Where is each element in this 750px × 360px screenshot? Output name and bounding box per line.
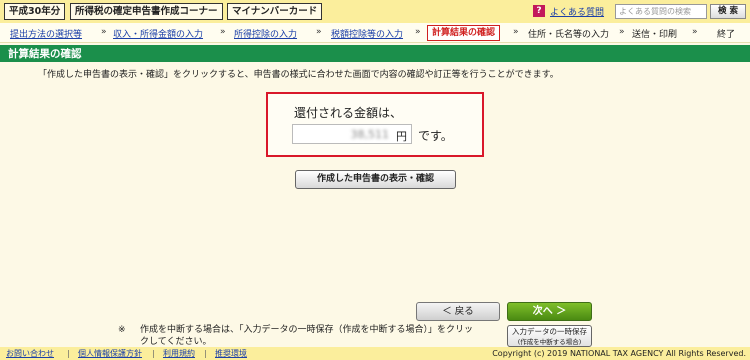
refund-amount-unit: 円 xyxy=(396,130,407,143)
step-submission-method[interactable]: 提出方法の選択等 xyxy=(10,27,82,40)
temporary-save-sublabel: (作成を中断する場合) xyxy=(517,338,582,346)
footer-separator: | xyxy=(67,349,70,358)
step-tax-credit[interactable]: 税額控除等の入力 xyxy=(331,27,403,40)
refund-amount-field: 38,511 円 xyxy=(292,124,412,144)
footer-link-environment[interactable]: 推奨環境 xyxy=(215,347,247,360)
interrupt-note: ※ 作成を中断する場合は、「入力データの一時保存（作成を中断する場合）」をクリッ… xyxy=(118,324,478,348)
refund-amount-value: 38,511 xyxy=(350,128,390,141)
step-arrow: » xyxy=(316,27,322,37)
step-address-name: 住所・氏名等の入力 xyxy=(528,30,610,40)
footer-separator: | xyxy=(204,349,207,358)
refund-label: 還付される金額は、 xyxy=(294,106,403,120)
faq-search-input[interactable]: よくある質問の検索 xyxy=(615,4,707,19)
page-title: 計算結果の確認 xyxy=(8,48,82,60)
mynumber-card-button[interactable]: マイナンバーカード xyxy=(227,3,323,20)
step-income[interactable]: 収入・所得金額の入力 xyxy=(113,27,203,40)
refund-amount-panel: 還付される金額は、 38,511 円 です。 xyxy=(266,92,484,157)
footer-link-contact[interactable]: お問い合わせ xyxy=(6,347,54,360)
step-send-print: 送信・印刷 xyxy=(632,30,678,40)
help-icon: ? xyxy=(533,5,545,17)
corner-title: 所得税の確定申告書作成コーナー xyxy=(70,3,223,20)
step-arrow: » xyxy=(220,27,226,37)
step-arrow: » xyxy=(415,27,421,37)
show-return-button[interactable]: 作成した申告書の表示・確認 xyxy=(295,170,456,189)
section-title-bar: 計算結果の確認 xyxy=(0,45,750,62)
faq-link[interactable]: よくある質問 xyxy=(550,5,604,18)
temporary-save-button[interactable]: 入力データの一時保存 (作成を中断する場合) xyxy=(507,325,592,347)
step-income-deduction[interactable]: 所得控除の入力 xyxy=(234,27,297,40)
next-button[interactable]: 次へ ＞ xyxy=(507,302,592,321)
step-current-calculation-result: 計算結果の確認 xyxy=(427,25,501,41)
step-arrow: » xyxy=(513,27,519,37)
footer-link-terms[interactable]: 利用規約 xyxy=(163,347,195,360)
top-header: 平成30年分 所得税の確定申告書作成コーナー マイナンバーカード ? よくある質… xyxy=(0,0,750,23)
instruction-text: 「作成した申告書の表示・確認」をクリックすると、申告書の様式に合わせた画面で内容… xyxy=(38,70,559,80)
step-arrow: » xyxy=(619,27,625,37)
back-button[interactable]: ＜ 戻る xyxy=(416,302,500,321)
footer-separator: | xyxy=(152,349,155,358)
temporary-save-label: 入力データの一時保存 xyxy=(512,327,587,336)
year-badge: 平成30年分 xyxy=(4,3,66,20)
step-finish: 終了 xyxy=(717,30,736,40)
footer-link-privacy[interactable]: 個人情報保護方針 xyxy=(78,347,142,360)
step-navigation: 提出方法の選択等 » 収入・所得金額の入力 » 所得控除の入力 » 税額控除等の… xyxy=(0,23,750,43)
refund-suffix: です。 xyxy=(418,129,453,143)
note-text: 作成を中断する場合は、「入力データの一時保存（作成を中断する場合）」をクリックし… xyxy=(140,325,474,347)
note-mark: ※ xyxy=(118,325,126,335)
step-arrow: » xyxy=(692,27,698,37)
footer: お問い合わせ | 個人情報保護方針 | 利用規約 | 推奨環境 Copyrigh… xyxy=(0,347,750,360)
copyright-text: Copyright (c) 2019 NATIONAL TAX AGENCY A… xyxy=(492,349,746,358)
search-button[interactable]: 検 索 xyxy=(710,4,746,19)
step-arrow: » xyxy=(101,27,107,37)
